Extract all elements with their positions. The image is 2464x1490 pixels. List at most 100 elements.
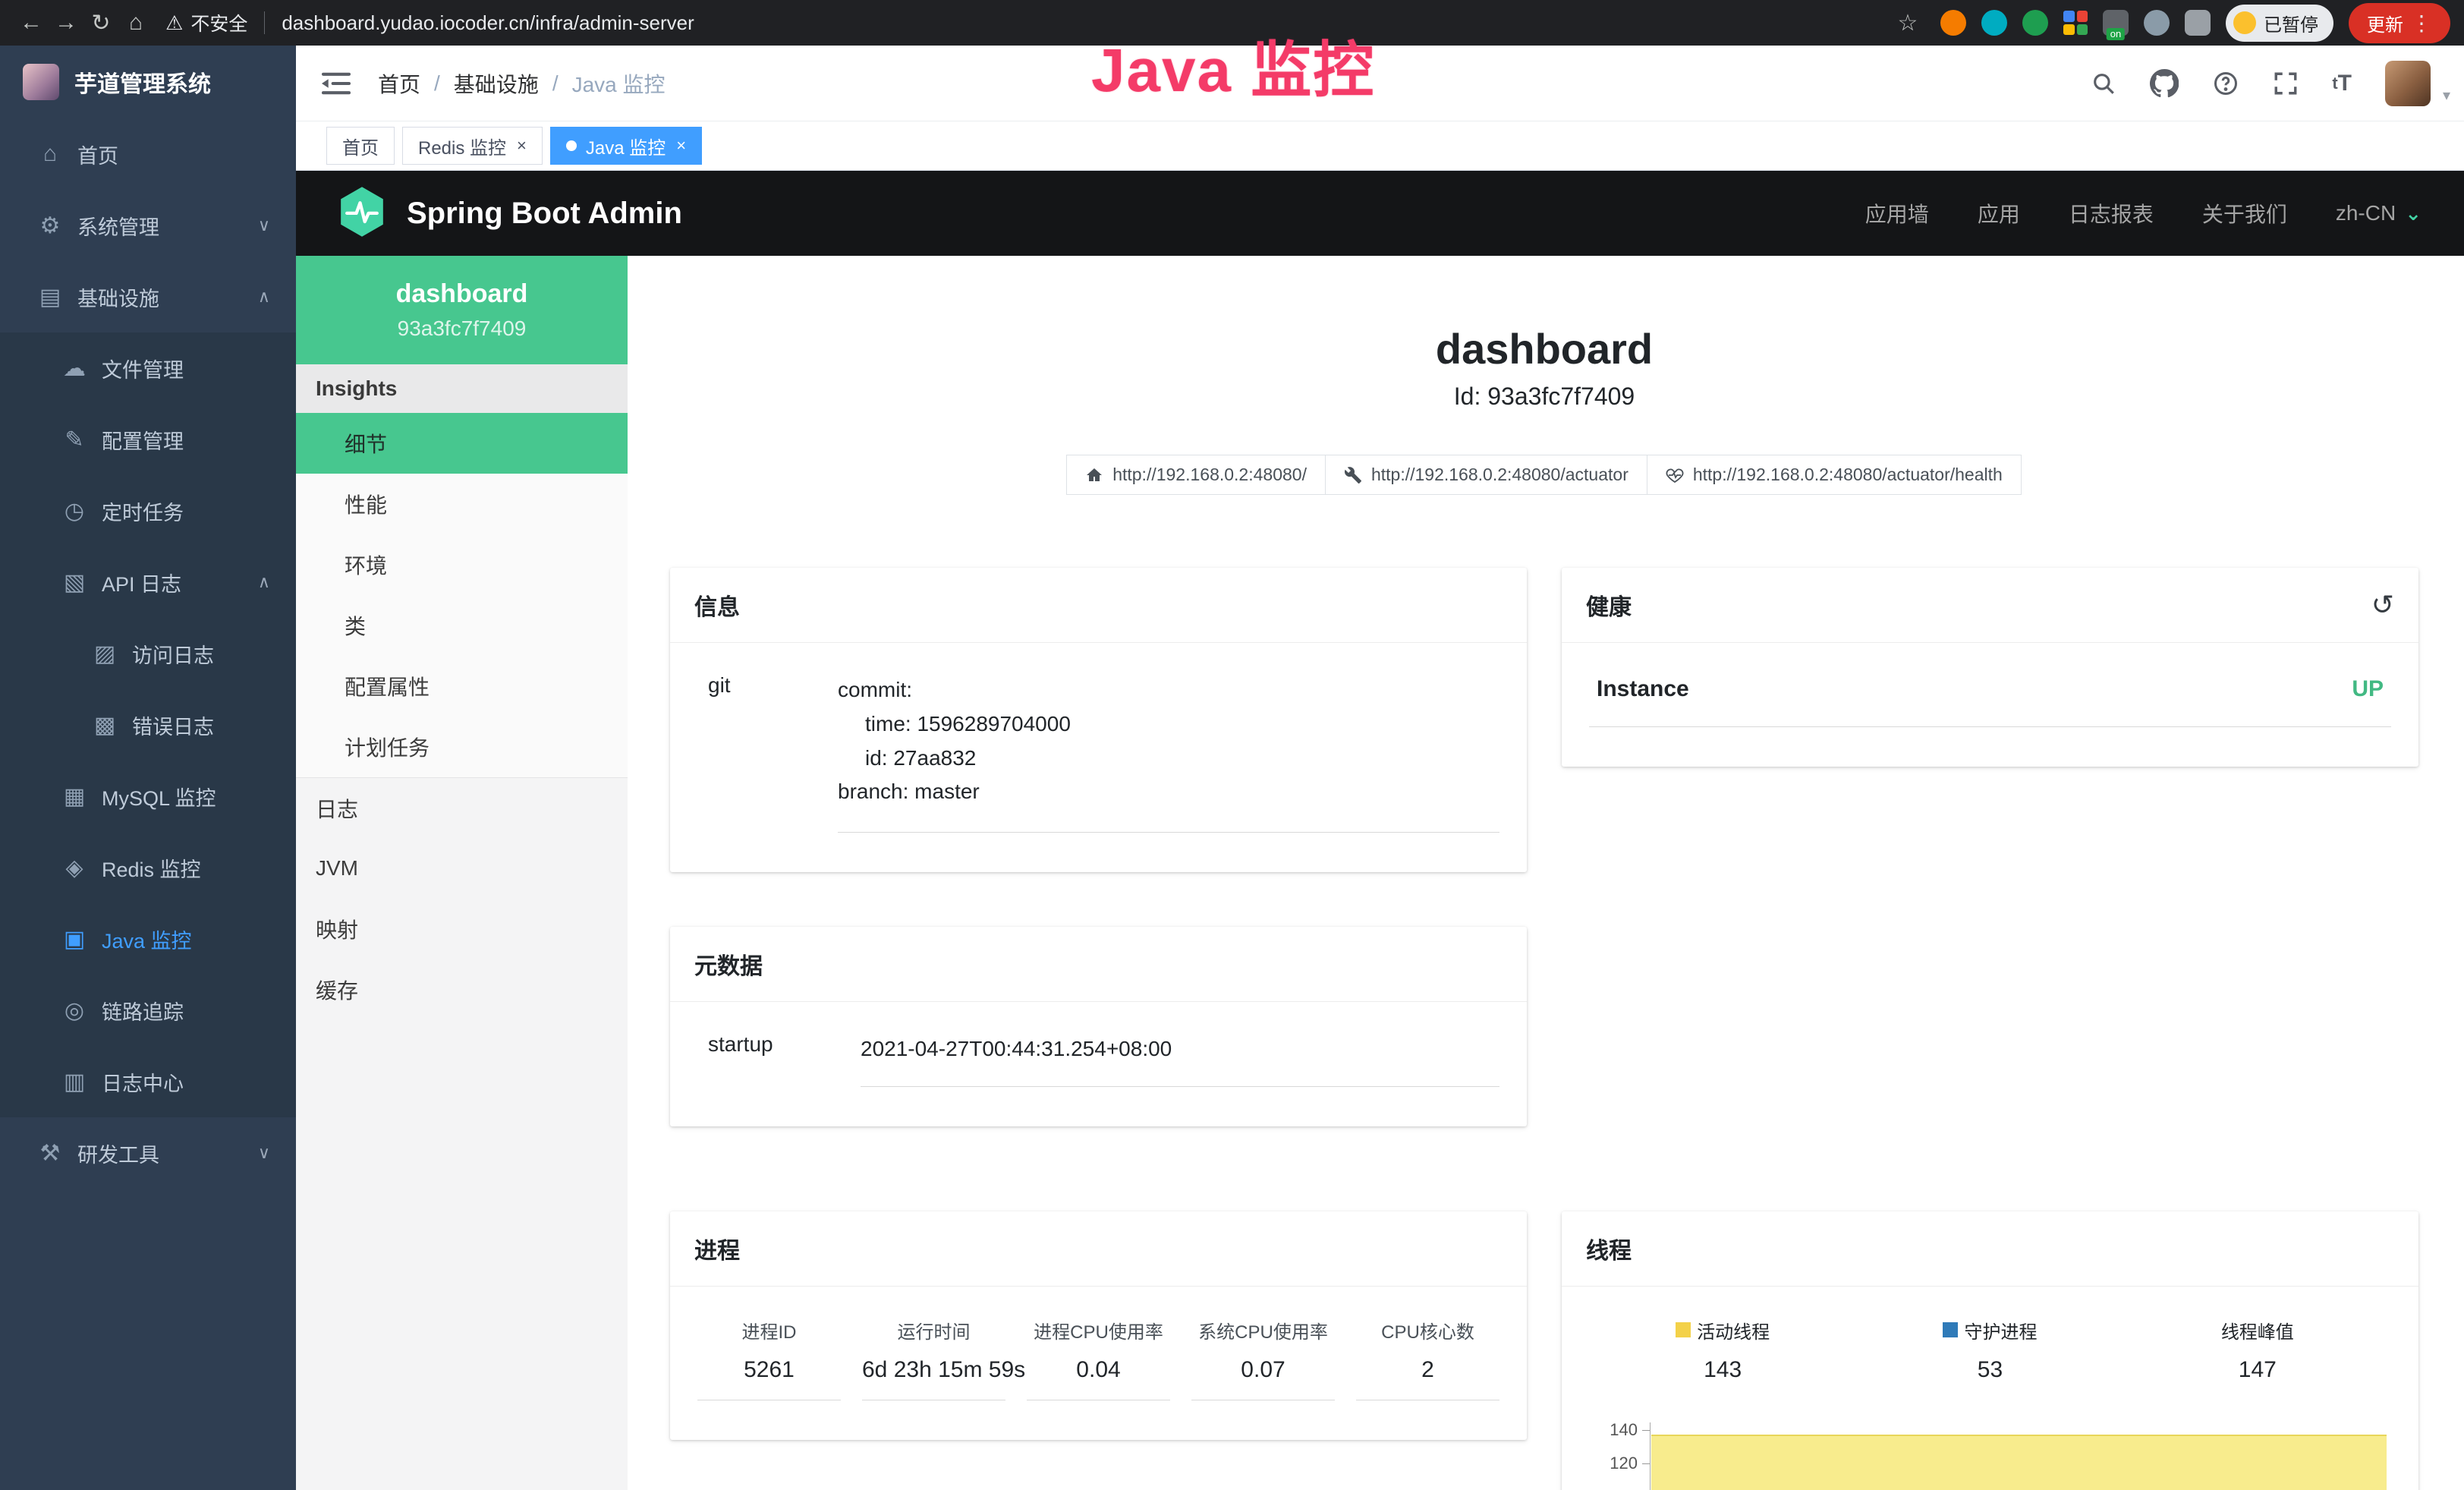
process-card-title: 进程: [694, 1232, 740, 1265]
sidebar-item-dev-tools[interactable]: ⚒ 研发工具 ∨: [0, 1117, 296, 1189]
profile-paused-badge[interactable]: 已暂停: [2226, 5, 2333, 42]
help-icon[interactable]: [2212, 70, 2239, 97]
redis-icon: ◈: [58, 855, 91, 881]
address-bar[interactable]: dashboard.yudao.iocoder.cn/infra/admin-s…: [282, 11, 694, 35]
search-icon[interactable]: [2091, 71, 2116, 96]
sba-logo-icon: [338, 186, 385, 241]
extension-on-icon[interactable]: on: [2103, 10, 2129, 36]
close-icon[interactable]: ×: [676, 136, 686, 156]
breadcrumb-infrastructure[interactable]: 基础设施: [454, 68, 539, 99]
git-time-line: time: 1596289704000: [838, 707, 1499, 742]
sidebar-collapse-icon[interactable]: [322, 71, 351, 96]
close-icon[interactable]: ×: [517, 136, 527, 156]
sba-nav-applications[interactable]: 应用: [1978, 198, 2020, 228]
extension-icon-teal[interactable]: [1981, 10, 2007, 36]
extension-icon-green[interactable]: [2022, 10, 2048, 36]
java-monitor-icon: ▣: [58, 926, 91, 953]
sidebar-item-infrastructure[interactable]: ▤ 基础设施 ∧: [0, 261, 296, 332]
infrastructure-icon: ▤: [33, 284, 67, 310]
sidebar-item-system-manage[interactable]: ⚙ 系统管理 ∨: [0, 190, 296, 261]
service-url-button[interactable]: http://192.168.0.2:48080/: [1066, 455, 1326, 495]
sidebar-item-file-manage[interactable]: ☁ 文件管理: [0, 332, 296, 404]
chevron-down-icon: ∨: [258, 216, 270, 235]
home-icon: [1085, 466, 1103, 484]
sidebar-item-access-log[interactable]: ▨ 访问日志: [0, 618, 296, 689]
sidebar-item-java-monitor[interactable]: ▣ Java 监控: [0, 903, 296, 975]
sba-item-caches[interactable]: 缓存: [296, 959, 628, 1020]
metadata-value: 2021-04-27T00:44:31.254+08:00: [861, 1032, 1499, 1087]
sba-item-metrics[interactable]: 性能: [296, 474, 628, 534]
sidebar-item-label: 错误日志: [132, 710, 214, 740]
sidebar-item-error-log[interactable]: ▩ 错误日志: [0, 689, 296, 761]
legend-peak-threads: 线程峰值 147: [2124, 1317, 2391, 1383]
bookmark-star-icon[interactable]: ☆: [1890, 5, 1925, 40]
sidebar-item-config-manage[interactable]: ✎ 配置管理: [0, 404, 296, 475]
sidebar-item-log-center[interactable]: ▥ 日志中心: [0, 1046, 296, 1117]
tab-redis-monitor[interactable]: Redis 监控 ×: [402, 127, 543, 165]
sba-item-details[interactable]: 细节: [296, 413, 628, 474]
fullscreen-icon[interactable]: [2273, 71, 2299, 96]
threads-chart: 140 120 100: [1589, 1422, 2391, 1490]
github-icon[interactable]: [2150, 69, 2179, 98]
tab-label: 首页: [342, 133, 379, 159]
app-logo[interactable]: 芋道管理系统: [0, 46, 296, 118]
security-indicator[interactable]: ⚠ 不安全: [165, 9, 247, 36]
sba-item-scheduled-tasks[interactable]: 计划任务: [296, 717, 628, 777]
sba-brand-title: Spring Boot Admin: [407, 197, 682, 231]
browser-forward-icon[interactable]: →: [49, 5, 83, 40]
sba-language-select[interactable]: zh-CN ⌄: [2336, 201, 2422, 225]
extensions-puzzle-icon[interactable]: [2185, 10, 2211, 36]
health-card: 健康 ↺ Instance UP: [1562, 568, 2418, 767]
sba-nav-about[interactable]: 关于我们: [2202, 198, 2287, 228]
browser-home-icon[interactable]: ⌂: [118, 5, 153, 40]
tab-java-monitor[interactable]: Java 监控 ×: [550, 127, 702, 165]
extension-icon-orange[interactable]: [1940, 10, 1966, 36]
sba-nav-wallboard[interactable]: 应用墙: [1865, 198, 1929, 228]
app-shell: 芋道管理系统 ⌂ 首页 ⚙ 系统管理 ∨ ▤ 基础设施 ∧ ☁ 文件管理 ✎ 配…: [0, 46, 2464, 1490]
breadcrumb-separator: /: [434, 71, 440, 96]
access-log-icon: ▨: [88, 641, 121, 667]
sidebar-item-api-log[interactable]: ▧ API 日志 ∧: [0, 547, 296, 618]
sba-body: dashboard 93a3fc7f7409 Insights 细节 性能 环境…: [296, 256, 2464, 1490]
legend-value: 143: [1589, 1357, 1856, 1383]
cpu-cores: CPU核心数 2: [1356, 1317, 1499, 1400]
info-value: commit: time: 1596289704000 id: 27aa832 …: [838, 673, 1499, 833]
instance-header[interactable]: dashboard 93a3fc7f7409: [296, 256, 628, 364]
browser-refresh-icon[interactable]: ↻: [83, 5, 118, 40]
user-avatar[interactable]: ▾: [2385, 61, 2431, 106]
health-url-button[interactable]: http://192.168.0.2:48080/actuator/health: [1647, 455, 2022, 495]
font-size-icon[interactable]: tT: [2332, 71, 2352, 96]
sidebar-item-mysql-monitor[interactable]: ▦ MySQL 监控: [0, 761, 296, 832]
actuator-url-button[interactable]: http://192.168.0.2:48080/actuator: [1325, 455, 1647, 495]
update-label: 更新: [2367, 10, 2403, 36]
sba-item-jvm[interactable]: JVM: [296, 838, 628, 899]
breadcrumb-home[interactable]: 首页: [378, 68, 420, 99]
sba-item-config-props[interactable]: 配置属性: [296, 656, 628, 717]
gear-icon: ⚙: [33, 213, 67, 239]
on-badge: on: [2107, 28, 2125, 40]
sidebar-item-trace[interactable]: ◎ 链路追踪: [0, 975, 296, 1046]
page-subtitle: Id: 93a3fc7f7409: [670, 383, 2418, 411]
sba-item-mappings[interactable]: 映射: [296, 899, 628, 959]
trace-icon: ◎: [58, 997, 91, 1024]
sba-item-loggers[interactable]: 日志: [296, 777, 628, 838]
process-col-label: 系统CPU使用率: [1191, 1317, 1335, 1344]
sidebar-item-scheduled-jobs[interactable]: ◷ 定时任务: [0, 475, 296, 547]
process-cpu-usage: 进程CPU使用率 0.04: [1027, 1317, 1170, 1400]
sidebar-item-redis-monitor[interactable]: ◈ Redis 监控: [0, 832, 296, 903]
sba-item-environment[interactable]: 环境: [296, 534, 628, 595]
sidebar-item-home[interactable]: ⌂ 首页: [0, 118, 296, 190]
history-icon[interactable]: ↺: [2371, 591, 2394, 619]
tab-home[interactable]: 首页: [326, 127, 395, 165]
api-log-icon: ▧: [58, 569, 91, 596]
chart-plot-area: [1650, 1422, 2391, 1490]
breadcrumb-current: Java 监控: [572, 68, 666, 99]
daemon-threads-swatch: [1943, 1322, 1958, 1337]
extension-leaf-icon[interactable]: [2144, 10, 2170, 36]
browser-back-icon[interactable]: ←: [14, 5, 49, 40]
divider: [264, 11, 265, 34]
extension-grid-icon[interactable]: [2063, 11, 2088, 35]
sba-item-classes[interactable]: 类: [296, 595, 628, 656]
browser-update-button[interactable]: 更新 ⋮: [2349, 3, 2450, 43]
sba-nav-journal[interactable]: 日志报表: [2069, 198, 2154, 228]
